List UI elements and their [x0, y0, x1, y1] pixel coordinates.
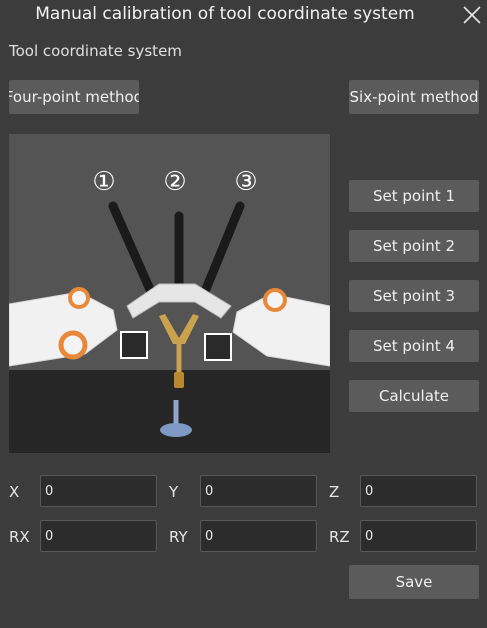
marker-3: ③ — [234, 167, 257, 197]
title-bar: Manual calibration of tool coordinate sy… — [0, 0, 487, 30]
marker-1: ① — [92, 167, 115, 197]
set-point-1-button[interactable]: Set point 1 — [349, 180, 479, 212]
section-title: Tool coordinate system — [9, 42, 182, 60]
marker-2: ② — [163, 167, 186, 197]
calculate-button[interactable]: Calculate — [349, 380, 479, 412]
calibration-illustration: ① ② ③ — [9, 134, 330, 453]
set-point-4-button[interactable]: Set point 4 — [349, 330, 479, 362]
y-label: Y — [169, 483, 179, 501]
rx-input[interactable] — [40, 520, 157, 552]
ry-label: RY — [169, 528, 188, 546]
four-point-method-label: Four-point method — [9, 88, 139, 106]
set-point-2-button[interactable]: Set point 2 — [349, 230, 479, 262]
close-icon[interactable] — [461, 4, 483, 26]
window-title: Manual calibration of tool coordinate sy… — [35, 4, 415, 24]
z-input[interactable] — [360, 475, 477, 507]
z-label: Z — [329, 483, 340, 501]
rz-input[interactable] — [360, 520, 477, 552]
ry-input[interactable] — [200, 520, 317, 552]
x-input[interactable] — [40, 475, 157, 507]
six-point-method-button[interactable]: Six-point method — [349, 80, 479, 114]
rx-label: RX — [9, 528, 30, 546]
six-point-method-label: Six-point method — [349, 88, 479, 106]
set-point-3-button[interactable]: Set point 3 — [349, 280, 479, 312]
save-button[interactable]: Save — [349, 565, 479, 599]
x-label: X — [9, 483, 20, 501]
rz-label: RZ — [329, 528, 350, 546]
four-point-method-button[interactable]: Four-point method — [9, 80, 139, 114]
y-input[interactable] — [200, 475, 317, 507]
